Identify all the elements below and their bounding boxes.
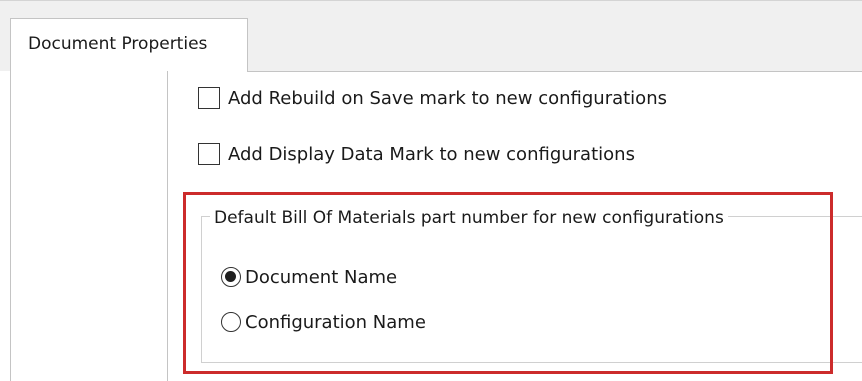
highlight-box [183, 192, 833, 374]
checkbox-box[interactable] [198, 143, 220, 165]
rebuild-mark-checkbox[interactable]: Add Rebuild on Save mark to new configur… [198, 86, 667, 110]
checkbox-box[interactable] [198, 87, 220, 109]
display-data-mark-label: Add Display Data Mark to new configurati… [228, 143, 635, 165]
display-data-mark-checkbox[interactable]: Add Display Data Mark to new configurati… [198, 142, 635, 166]
tab-label: Document Properties [28, 34, 208, 54]
left-tree-pane[interactable] [10, 71, 168, 381]
tab-document-properties[interactable]: Document Properties [10, 18, 248, 72]
rebuild-mark-label: Add Rebuild on Save mark to new configur… [228, 87, 667, 109]
